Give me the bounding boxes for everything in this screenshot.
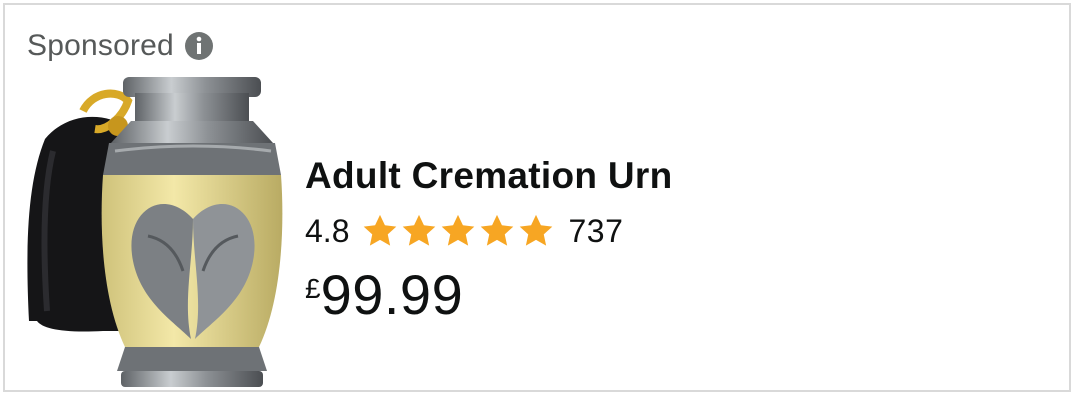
product-details: Adult Cremation Urn 4.8 737 £ 99.99 [305, 155, 672, 325]
star-icon [403, 214, 436, 246]
rating-row[interactable]: 4.8 737 [305, 211, 672, 251]
star-icon [442, 214, 475, 246]
price-currency: £ [305, 273, 321, 304]
product-title[interactable]: Adult Cremation Urn [305, 155, 672, 197]
info-icon[interactable] [184, 31, 214, 61]
star-icon [520, 214, 553, 246]
sponsored-product-card[interactable]: Sponsored Adult Cremation Urn 4.8 737 £ … [3, 3, 1071, 392]
product-image[interactable] [23, 71, 293, 393]
sponsored-label: Sponsored [27, 29, 174, 62]
star-icon [364, 214, 397, 246]
sponsored-header: Sponsored [27, 29, 214, 63]
review-count[interactable]: 737 [568, 213, 623, 250]
price-amount: 99.99 [320, 263, 464, 326]
product-price: £ 99.99 [305, 265, 672, 325]
star-icon [481, 214, 514, 246]
rating-value: 4.8 [305, 212, 350, 249]
star-rating [361, 212, 556, 250]
